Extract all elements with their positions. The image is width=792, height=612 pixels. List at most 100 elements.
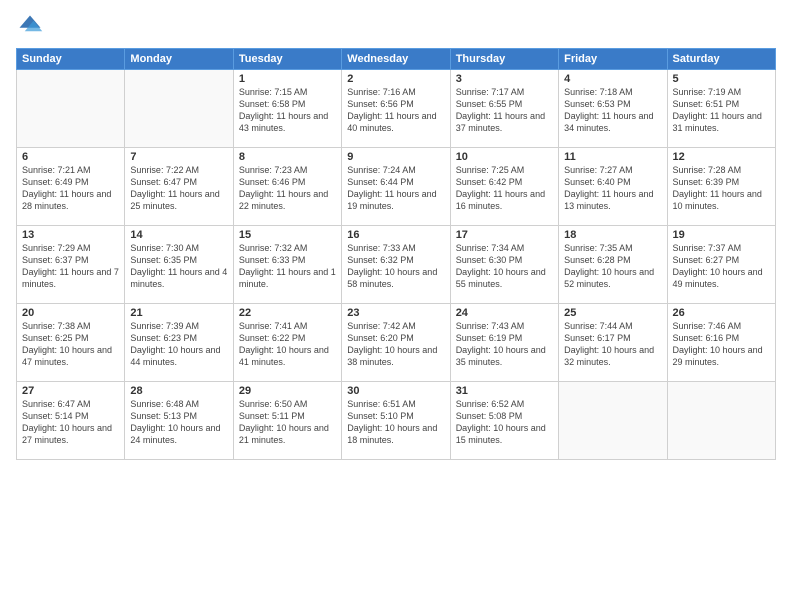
day-info: Sunrise: 7:27 AMSunset: 6:40 PMDaylight:… <box>564 164 661 213</box>
week-row-0: 1Sunrise: 7:15 AMSunset: 6:58 PMDaylight… <box>17 70 776 148</box>
day-info: Sunrise: 7:29 AMSunset: 6:37 PMDaylight:… <box>22 242 119 291</box>
day-number: 1 <box>239 73 336 85</box>
day-number: 23 <box>347 307 444 319</box>
day-info: Sunrise: 7:46 AMSunset: 6:16 PMDaylight:… <box>673 320 770 369</box>
day-number: 29 <box>239 385 336 397</box>
day-number: 12 <box>673 151 770 163</box>
calendar-cell: 12Sunrise: 7:28 AMSunset: 6:39 PMDayligh… <box>667 148 775 226</box>
day-info: Sunrise: 7:28 AMSunset: 6:39 PMDaylight:… <box>673 164 770 213</box>
day-number: 27 <box>22 385 119 397</box>
day-info: Sunrise: 7:25 AMSunset: 6:42 PMDaylight:… <box>456 164 553 213</box>
calendar-cell <box>667 382 775 460</box>
day-number: 15 <box>239 229 336 241</box>
calendar-cell: 29Sunrise: 6:50 AMSunset: 5:11 PMDayligh… <box>233 382 341 460</box>
day-number: 5 <box>673 73 770 85</box>
calendar-cell: 24Sunrise: 7:43 AMSunset: 6:19 PMDayligh… <box>450 304 558 382</box>
day-number: 19 <box>673 229 770 241</box>
calendar-cell: 30Sunrise: 6:51 AMSunset: 5:10 PMDayligh… <box>342 382 450 460</box>
day-info: Sunrise: 7:44 AMSunset: 6:17 PMDaylight:… <box>564 320 661 369</box>
weekday-header-tuesday: Tuesday <box>233 49 341 70</box>
day-info: Sunrise: 7:21 AMSunset: 6:49 PMDaylight:… <box>22 164 119 213</box>
calendar-cell: 20Sunrise: 7:38 AMSunset: 6:25 PMDayligh… <box>17 304 125 382</box>
day-number: 8 <box>239 151 336 163</box>
calendar-cell: 6Sunrise: 7:21 AMSunset: 6:49 PMDaylight… <box>17 148 125 226</box>
calendar-cell: 9Sunrise: 7:24 AMSunset: 6:44 PMDaylight… <box>342 148 450 226</box>
day-number: 24 <box>456 307 553 319</box>
day-number: 4 <box>564 73 661 85</box>
day-info: Sunrise: 7:43 AMSunset: 6:19 PMDaylight:… <box>456 320 553 369</box>
weekday-header-thursday: Thursday <box>450 49 558 70</box>
day-number: 9 <box>347 151 444 163</box>
day-info: Sunrise: 7:15 AMSunset: 6:58 PMDaylight:… <box>239 86 336 135</box>
calendar-cell: 15Sunrise: 7:32 AMSunset: 6:33 PMDayligh… <box>233 226 341 304</box>
day-number: 16 <box>347 229 444 241</box>
day-number: 17 <box>456 229 553 241</box>
calendar-cell: 27Sunrise: 6:47 AMSunset: 5:14 PMDayligh… <box>17 382 125 460</box>
day-info: Sunrise: 7:37 AMSunset: 6:27 PMDaylight:… <box>673 242 770 291</box>
logo-icon <box>16 12 44 40</box>
calendar-cell: 28Sunrise: 6:48 AMSunset: 5:13 PMDayligh… <box>125 382 233 460</box>
day-info: Sunrise: 7:19 AMSunset: 6:51 PMDaylight:… <box>673 86 770 135</box>
day-number: 31 <box>456 385 553 397</box>
day-number: 25 <box>564 307 661 319</box>
calendar-cell: 10Sunrise: 7:25 AMSunset: 6:42 PMDayligh… <box>450 148 558 226</box>
day-info: Sunrise: 6:48 AMSunset: 5:13 PMDaylight:… <box>130 398 227 447</box>
day-number: 11 <box>564 151 661 163</box>
calendar-cell: 7Sunrise: 7:22 AMSunset: 6:47 PMDaylight… <box>125 148 233 226</box>
day-info: Sunrise: 6:50 AMSunset: 5:11 PMDaylight:… <box>239 398 336 447</box>
day-info: Sunrise: 7:24 AMSunset: 6:44 PMDaylight:… <box>347 164 444 213</box>
calendar: SundayMondayTuesdayWednesdayThursdayFrid… <box>16 48 776 460</box>
calendar-cell <box>125 70 233 148</box>
weekday-header-monday: Monday <box>125 49 233 70</box>
calendar-cell <box>559 382 667 460</box>
calendar-cell: 1Sunrise: 7:15 AMSunset: 6:58 PMDaylight… <box>233 70 341 148</box>
day-number: 26 <box>673 307 770 319</box>
day-number: 18 <box>564 229 661 241</box>
day-info: Sunrise: 7:34 AMSunset: 6:30 PMDaylight:… <box>456 242 553 291</box>
calendar-cell: 26Sunrise: 7:46 AMSunset: 6:16 PMDayligh… <box>667 304 775 382</box>
day-number: 2 <box>347 73 444 85</box>
calendar-cell: 22Sunrise: 7:41 AMSunset: 6:22 PMDayligh… <box>233 304 341 382</box>
calendar-cell: 16Sunrise: 7:33 AMSunset: 6:32 PMDayligh… <box>342 226 450 304</box>
calendar-cell: 18Sunrise: 7:35 AMSunset: 6:28 PMDayligh… <box>559 226 667 304</box>
calendar-cell: 11Sunrise: 7:27 AMSunset: 6:40 PMDayligh… <box>559 148 667 226</box>
weekday-header-friday: Friday <box>559 49 667 70</box>
day-number: 3 <box>456 73 553 85</box>
day-number: 6 <box>22 151 119 163</box>
day-number: 21 <box>130 307 227 319</box>
day-info: Sunrise: 7:33 AMSunset: 6:32 PMDaylight:… <box>347 242 444 291</box>
day-info: Sunrise: 6:47 AMSunset: 5:14 PMDaylight:… <box>22 398 119 447</box>
calendar-cell: 13Sunrise: 7:29 AMSunset: 6:37 PMDayligh… <box>17 226 125 304</box>
calendar-cell: 17Sunrise: 7:34 AMSunset: 6:30 PMDayligh… <box>450 226 558 304</box>
week-row-2: 13Sunrise: 7:29 AMSunset: 6:37 PMDayligh… <box>17 226 776 304</box>
day-number: 14 <box>130 229 227 241</box>
day-number: 20 <box>22 307 119 319</box>
weekday-header-saturday: Saturday <box>667 49 775 70</box>
calendar-cell: 3Sunrise: 7:17 AMSunset: 6:55 PMDaylight… <box>450 70 558 148</box>
week-row-3: 20Sunrise: 7:38 AMSunset: 6:25 PMDayligh… <box>17 304 776 382</box>
day-info: Sunrise: 7:16 AMSunset: 6:56 PMDaylight:… <box>347 86 444 135</box>
day-number: 28 <box>130 385 227 397</box>
day-info: Sunrise: 7:17 AMSunset: 6:55 PMDaylight:… <box>456 86 553 135</box>
day-number: 30 <box>347 385 444 397</box>
day-info: Sunrise: 7:32 AMSunset: 6:33 PMDaylight:… <box>239 242 336 291</box>
calendar-cell: 19Sunrise: 7:37 AMSunset: 6:27 PMDayligh… <box>667 226 775 304</box>
calendar-cell: 31Sunrise: 6:52 AMSunset: 5:08 PMDayligh… <box>450 382 558 460</box>
day-number: 10 <box>456 151 553 163</box>
week-row-1: 6Sunrise: 7:21 AMSunset: 6:49 PMDaylight… <box>17 148 776 226</box>
calendar-cell <box>17 70 125 148</box>
calendar-cell: 5Sunrise: 7:19 AMSunset: 6:51 PMDaylight… <box>667 70 775 148</box>
header <box>16 12 776 40</box>
day-info: Sunrise: 7:22 AMSunset: 6:47 PMDaylight:… <box>130 164 227 213</box>
calendar-cell: 2Sunrise: 7:16 AMSunset: 6:56 PMDaylight… <box>342 70 450 148</box>
calendar-cell: 14Sunrise: 7:30 AMSunset: 6:35 PMDayligh… <box>125 226 233 304</box>
weekday-header-sunday: Sunday <box>17 49 125 70</box>
day-info: Sunrise: 7:42 AMSunset: 6:20 PMDaylight:… <box>347 320 444 369</box>
calendar-cell: 25Sunrise: 7:44 AMSunset: 6:17 PMDayligh… <box>559 304 667 382</box>
day-info: Sunrise: 7:23 AMSunset: 6:46 PMDaylight:… <box>239 164 336 213</box>
day-info: Sunrise: 7:38 AMSunset: 6:25 PMDaylight:… <box>22 320 119 369</box>
day-info: Sunrise: 7:30 AMSunset: 6:35 PMDaylight:… <box>130 242 227 291</box>
day-number: 7 <box>130 151 227 163</box>
day-number: 22 <box>239 307 336 319</box>
calendar-cell: 21Sunrise: 7:39 AMSunset: 6:23 PMDayligh… <box>125 304 233 382</box>
